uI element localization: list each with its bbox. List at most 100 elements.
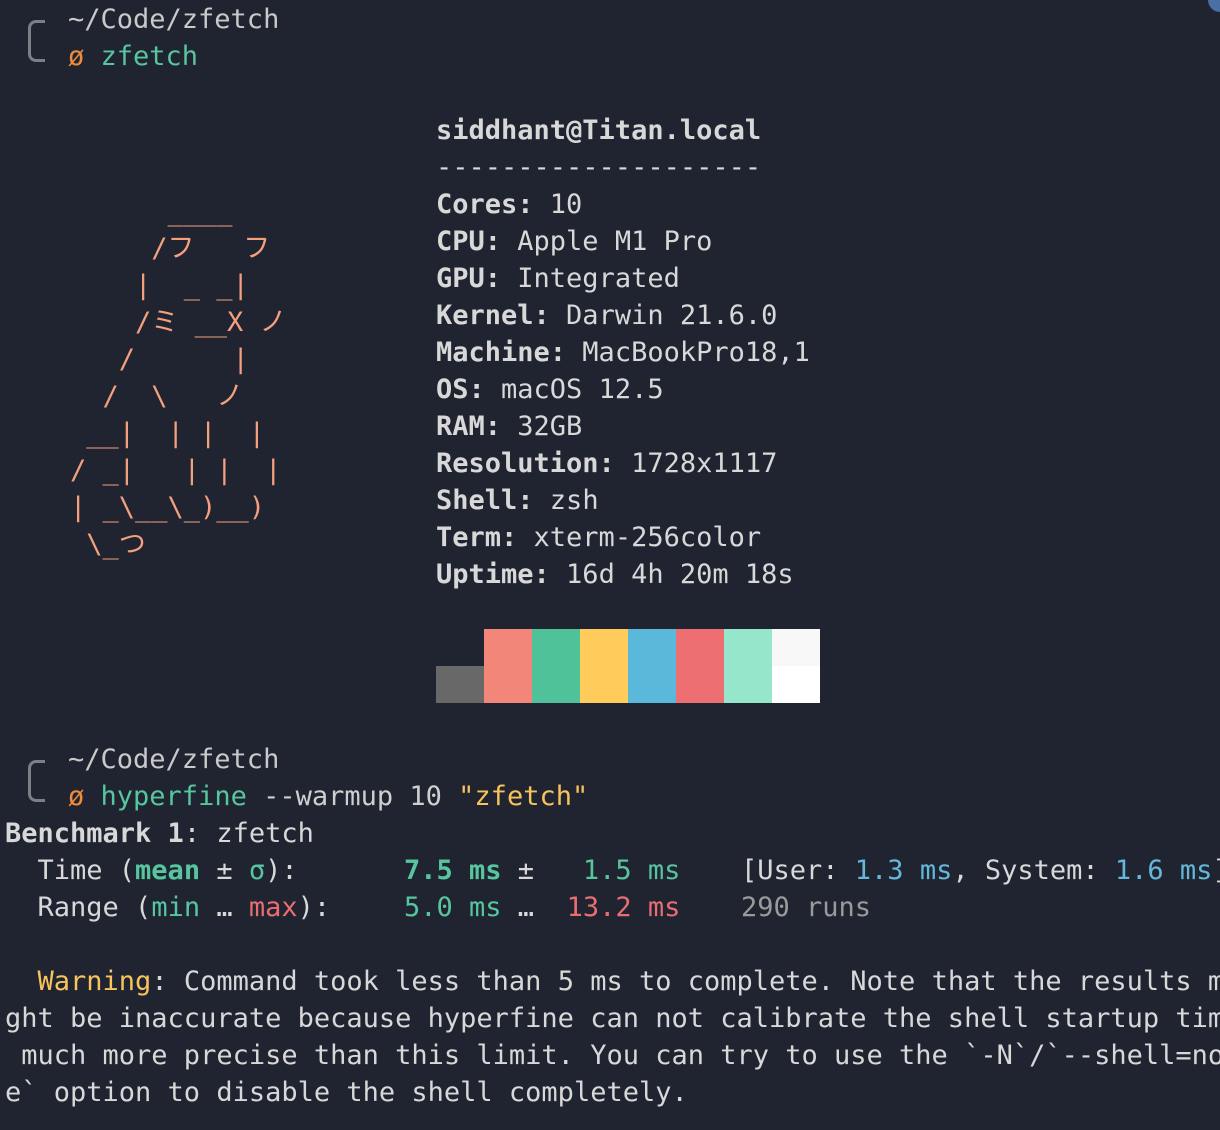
warning-label: Warning	[37, 966, 152, 997]
info-row-cpu: CPU: Apple M1 Pro	[436, 223, 712, 260]
info-key: RAM:	[436, 411, 502, 442]
color-swatch	[532, 629, 580, 666]
window-corner	[1208, 0, 1220, 12]
user-system-times: [User: 1.3 ms, System: 1.6 ms]	[741, 852, 1220, 889]
command-name: zfetch	[100, 41, 199, 72]
color-swatch	[436, 629, 484, 666]
ascii-line: /ミ __X ノ	[70, 307, 287, 338]
range-label-text: Range (	[5, 892, 152, 923]
range-dots: …	[501, 892, 567, 923]
info-row-gpu: GPU: Integrated	[436, 260, 680, 297]
prompt-command-line: ø hyperfine --warmup 10 "zfetch"	[68, 778, 588, 815]
time-label: Time (mean ± σ):	[5, 852, 298, 889]
time-label-text: Time (	[5, 855, 136, 886]
command-string-arg: "zfetch"	[458, 781, 589, 812]
min-label: min	[151, 892, 201, 923]
info-value: 32GB	[501, 411, 583, 442]
info-value: 1728x1117	[614, 448, 778, 479]
system-label: , System:	[952, 855, 1115, 886]
prompt-command-line: ø zfetch	[68, 38, 198, 75]
benchmark-title: Benchmark 1: zfetch	[5, 815, 314, 852]
info-row-machine: Machine: MacBookPro18,1	[436, 334, 810, 371]
min-value: 5.0 ms	[404, 892, 502, 923]
ascii-line: | _\__\_)__)	[70, 492, 266, 523]
info-row-ram: RAM: 32GB	[436, 408, 582, 445]
info-row-cores: Cores: 10	[436, 186, 582, 223]
info-key: OS:	[436, 374, 485, 405]
color-swatch	[628, 629, 676, 666]
system-value: 1.6 ms	[1114, 855, 1213, 886]
color-swatch	[676, 666, 724, 703]
range-label-close: ):	[297, 892, 331, 923]
info-value: Apple M1 Pro	[501, 226, 713, 257]
color-swatch	[484, 629, 532, 666]
user-host: siddhant@Titan.local	[436, 115, 762, 146]
info-key: Kernel:	[436, 300, 550, 331]
range-values: 5.0 ms … 13.2 ms	[404, 889, 680, 926]
pm-sign: ±	[501, 855, 583, 886]
ascii-line: / |	[70, 344, 249, 375]
info-value: xterm-256color	[517, 522, 762, 553]
warning-line: Warning: Command took less than 5 ms to …	[5, 963, 1220, 1000]
info-value: MacBookPro18,1	[566, 337, 810, 368]
info-value: Integrated	[501, 263, 680, 294]
info-value: 16d 4h 20m 18s	[549, 559, 794, 590]
warning-line: e` option to disable the shell completel…	[5, 1077, 688, 1108]
color-swatch	[532, 666, 580, 703]
max-value: 13.2 ms	[566, 892, 681, 923]
color-swatch	[628, 666, 676, 703]
separator: --------------------	[436, 152, 762, 183]
benchmark-name: : zfetch	[183, 818, 314, 849]
time-label-close: ):	[265, 855, 298, 886]
prompt-glyph-icon: ø	[68, 41, 85, 72]
ascii-line: / _| | | |	[70, 455, 282, 486]
info-key: GPU:	[436, 263, 502, 294]
info-key: Cores:	[436, 189, 534, 220]
ascii-cat-art: ____ /フ フ | _ _| /ミ __X ノ / | / \ ノ __| …	[70, 193, 287, 600]
ascii-line: /フ フ	[70, 233, 271, 264]
ascii-line: \_つ	[70, 529, 146, 560]
time-values: 7.5 ms ± 1.5 ms	[404, 852, 680, 889]
info-value: Darwin 21.6.0	[549, 300, 778, 331]
info-row-resolution: Resolution: 1728x1117	[436, 445, 777, 482]
color-swatch	[724, 666, 772, 703]
ascii-line: __| | | |	[70, 418, 266, 449]
color-swatch	[772, 629, 820, 666]
prompt-path: ~/Code/zfetch	[68, 4, 280, 35]
info-key: Machine:	[436, 337, 567, 368]
color-swatch	[676, 629, 724, 666]
info-row-os: OS: macOS 12.5	[436, 371, 664, 408]
info-key: Uptime:	[436, 559, 550, 590]
info-key: Shell:	[436, 485, 534, 516]
color-swatch	[484, 666, 532, 703]
info-value: zsh	[533, 485, 599, 516]
color-palette	[436, 629, 820, 703]
prompt-path: ~/Code/zfetch	[68, 744, 280, 775]
command-name: hyperfine	[100, 781, 247, 812]
prompt-glyph-icon: ø	[68, 781, 85, 812]
warning-line: ght be inaccurate because hyperfine can …	[5, 1003, 1220, 1034]
color-swatch	[436, 666, 484, 703]
pm-label: ±	[200, 855, 249, 886]
ascii-line: / \ ノ	[70, 381, 244, 412]
command-args: --warmup 10	[246, 781, 459, 812]
info-value: 10	[533, 189, 583, 220]
color-swatch	[772, 666, 820, 703]
info-row-uptime: Uptime: 16d 4h 20m 18s	[436, 556, 794, 593]
warning-text: : Command took less than 5 ms to complet…	[151, 966, 1220, 997]
bracket-close: ]	[1212, 855, 1220, 886]
user-label: [User:	[741, 855, 855, 886]
color-swatch	[724, 629, 772, 666]
info-key: Term:	[436, 522, 518, 553]
ascii-line: ____	[70, 196, 233, 227]
range-dots-label: …	[200, 892, 249, 923]
ascii-line: | _ _|	[70, 270, 249, 301]
info-row-kernel: Kernel: Darwin 21.6.0	[436, 297, 777, 334]
sigma-label: σ	[248, 855, 266, 886]
warning-line: much more precise than this limit. You c…	[5, 1040, 1220, 1071]
color-swatch	[580, 666, 628, 703]
info-row-shell: Shell: zsh	[436, 482, 599, 519]
color-swatch	[580, 629, 628, 666]
runs-count: 290 runs	[741, 892, 872, 923]
info-key: CPU:	[436, 226, 502, 257]
